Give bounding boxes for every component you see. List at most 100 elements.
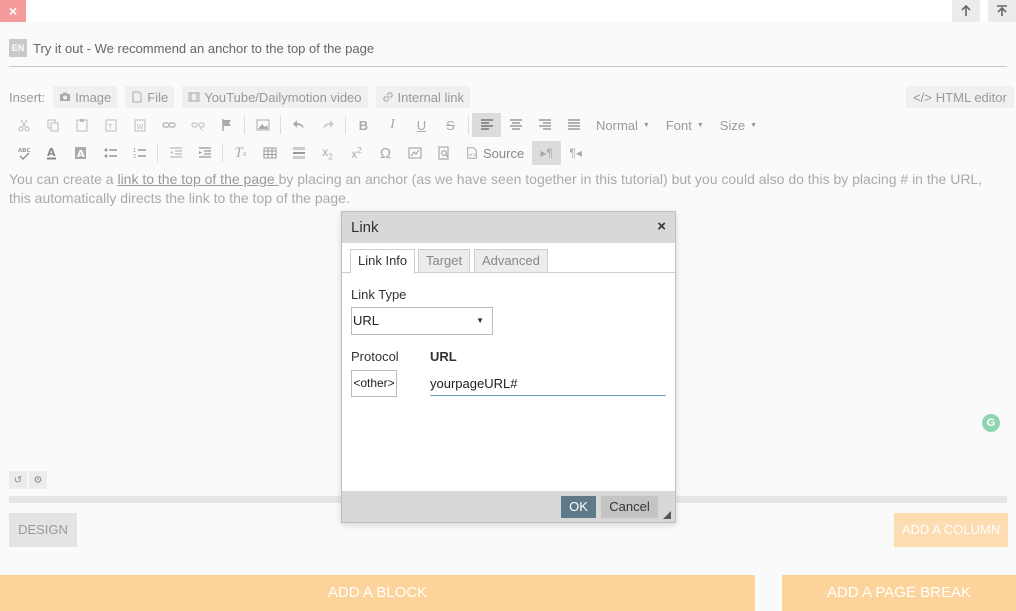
flag-icon <box>221 119 231 131</box>
toolbar-separator <box>157 144 158 162</box>
cut-button[interactable] <box>9 113 38 137</box>
design-button[interactable]: DESIGN <box>9 513 77 547</box>
editor-toolbar-row-2: ABC A A 12 Tx x2 x2 Ω <> Source ▸¶ ¶◂ <box>9 140 590 166</box>
insert-image-button[interactable]: Image <box>53 86 118 108</box>
font-value: Font <box>665 117 692 133</box>
bulleted-list-button[interactable] <box>96 141 125 165</box>
protocol-select[interactable]: <other> <box>351 370 397 397</box>
superscript-button[interactable]: x2 <box>342 141 371 165</box>
paste-word-icon: W <box>134 119 145 132</box>
undo-button[interactable] <box>284 113 313 137</box>
link-dialog: Link × Link Info Target Advanced Link Ty… <box>341 211 676 523</box>
subscript-button[interactable]: x2 <box>313 141 342 165</box>
block-title-row: EN Try it out - We recommend an anchor t… <box>9 39 374 57</box>
scissors-icon <box>18 119 29 132</box>
link-type-select[interactable]: URL ▼ <box>351 307 493 335</box>
protocol-label: Protocol <box>351 349 399 364</box>
film-icon <box>188 92 200 102</box>
paste-button[interactable] <box>67 113 96 137</box>
paste-word-button[interactable]: W <box>125 113 154 137</box>
url-input[interactable] <box>430 372 666 396</box>
insert-file-button[interactable]: File <box>125 86 175 108</box>
background-color-button[interactable]: A <box>67 141 96 165</box>
close-block-button[interactable]: × <box>0 0 26 22</box>
text-color-button[interactable]: A <box>38 141 67 165</box>
anchor-button[interactable] <box>212 113 241 137</box>
font-dropdown[interactable]: Font ▼ <box>658 113 712 137</box>
tab-target[interactable]: Target <box>418 249 471 273</box>
source-button[interactable]: <> Source <box>458 141 532 165</box>
numbered-list-button[interactable]: 12 <box>125 141 154 165</box>
content-link[interactable]: link to the top of the page <box>117 171 278 187</box>
dialog-tabs: Link Info Target Advanced <box>342 243 675 274</box>
editor-content[interactable]: You can create a link to the top of the … <box>9 170 1007 208</box>
tab-advanced[interactable]: Advanced <box>474 249 548 273</box>
add-block-button[interactable]: ADD A BLOCK <box>0 575 755 611</box>
format-dropdown[interactable]: Normal ▼ <box>588 113 658 137</box>
strikethrough-button[interactable]: S <box>436 113 465 137</box>
paste-text-button[interactable]: T <box>96 113 125 137</box>
align-left-button[interactable] <box>472 113 501 137</box>
table-icon <box>263 147 276 159</box>
caret-down-icon: ▼ <box>750 121 758 129</box>
align-center-button[interactable] <box>501 113 530 137</box>
add-column-button[interactable]: ADD A COLUMN <box>894 513 1008 547</box>
dialog-header[interactable]: Link × <box>342 212 675 243</box>
ltr-button[interactable]: ▸¶ <box>532 141 562 165</box>
arrow-up-icon <box>961 5 971 16</box>
copy-button[interactable] <box>38 113 67 137</box>
italic-button[interactable]: I <box>378 113 407 137</box>
ok-button[interactable]: OK <box>561 496 596 518</box>
image-button[interactable] <box>248 113 277 137</box>
clipboard-icon <box>76 119 87 132</box>
resize-handle-icon[interactable] <box>663 511 671 519</box>
align-left-icon <box>480 119 493 130</box>
block-title[interactable]: Try it out - We recommend an anchor to t… <box>33 41 374 56</box>
unlink-button[interactable] <box>183 113 212 137</box>
table-button[interactable] <box>255 141 284 165</box>
unlink-icon <box>190 122 205 132</box>
svg-text:W: W <box>136 123 143 131</box>
preview-button[interactable] <box>429 141 458 165</box>
cancel-button[interactable]: Cancel <box>601 496 658 518</box>
size-value: Size <box>719 117 746 133</box>
content-text-pre: You can create a <box>9 171 118 187</box>
tab-link-info[interactable]: Link Info <box>350 249 416 274</box>
align-right-button[interactable] <box>530 113 559 137</box>
caret-down-icon: ▼ <box>476 316 484 325</box>
grammarly-icon[interactable]: G <box>982 414 1000 432</box>
insert-video-button[interactable]: YouTube/Dailymotion video <box>182 86 368 108</box>
media-embed-button[interactable] <box>400 141 429 165</box>
insert-internal-link-label: Internal link <box>397 89 465 105</box>
rtl-icon: ¶◂ <box>569 146 582 160</box>
background-color-icon: A <box>74 147 86 160</box>
link-button[interactable] <box>154 113 183 137</box>
outdent-button[interactable] <box>161 141 190 165</box>
horizontal-line-icon <box>292 147 305 159</box>
insert-video-label: YouTube/Dailymotion video <box>204 89 362 105</box>
camera-icon <box>60 92 71 101</box>
reset-button[interactable]: ↺ <box>9 471 27 489</box>
rtl-button[interactable]: ¶◂ <box>561 141 590 165</box>
move-top-button[interactable] <box>988 0 1016 22</box>
link-type-label: Link Type <box>351 287 407 302</box>
spellcheck-button[interactable]: ABC <box>9 141 38 165</box>
ltr-icon: ▸¶ <box>540 146 553 160</box>
settings-button[interactable]: ⚙ <box>29 471 47 489</box>
bold-button[interactable]: B <box>349 113 378 137</box>
justify-button[interactable] <box>559 113 588 137</box>
superscript-icon: x2 <box>351 145 362 161</box>
special-character-button[interactable]: Ω <box>371 141 400 165</box>
html-editor-button[interactable]: </> HTML editor <box>906 86 1014 108</box>
remove-format-button[interactable]: Tx <box>226 141 255 165</box>
size-dropdown[interactable]: Size ▼ <box>712 113 765 137</box>
paste-text-icon: T <box>105 119 116 132</box>
insert-internal-link-button[interactable]: Internal link <box>375 86 471 108</box>
indent-button[interactable] <box>190 141 219 165</box>
close-icon[interactable]: × <box>657 218 666 235</box>
underline-button[interactable]: U <box>407 113 436 137</box>
redo-button[interactable] <box>313 113 342 137</box>
horizontal-line-button[interactable] <box>284 141 313 165</box>
move-up-button[interactable] <box>952 0 980 22</box>
add-page-break-button[interactable]: ADD A PAGE BREAK <box>782 575 1016 611</box>
